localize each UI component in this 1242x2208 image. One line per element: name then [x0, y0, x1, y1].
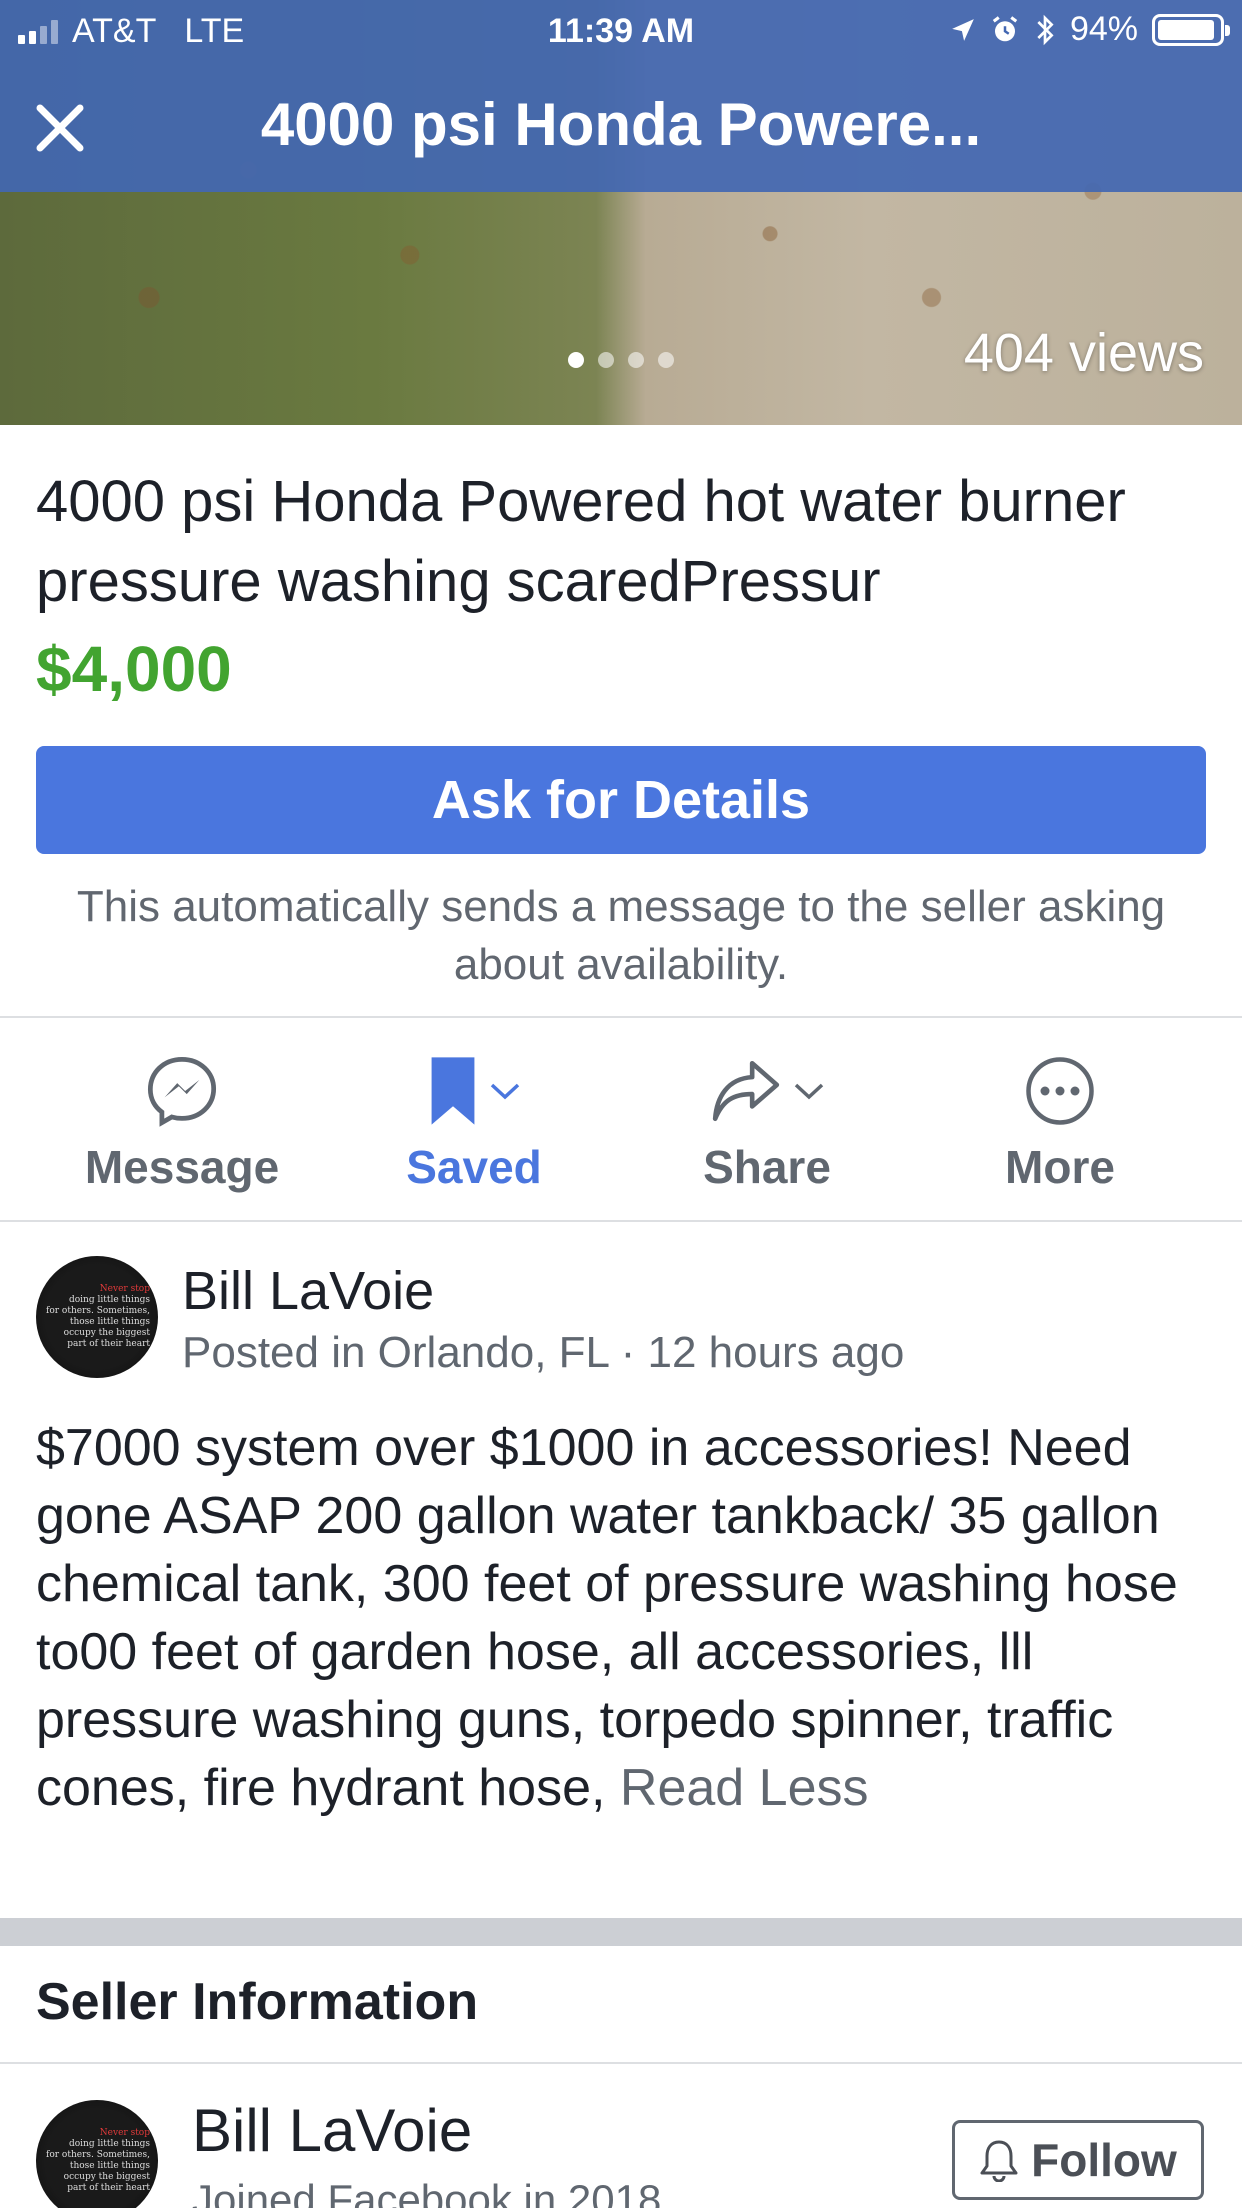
- share-label: Share: [703, 1141, 831, 1193]
- share-button[interactable]: Share: [617, 1048, 917, 1208]
- post-description: $7000 system over $1000 in accessories! …: [36, 1414, 1216, 1822]
- listing-title: 4000 psi Honda Powered hot water burner …: [36, 469, 1126, 614]
- chevron-down-icon: [490, 1083, 520, 1100]
- battery-percent: 94%: [1069, 10, 1138, 48]
- seller-avatar[interactable]: Never stop doing little things for other…: [36, 2100, 158, 2208]
- status-bar: AT&T LTE 11:39 AM 94%: [0, 0, 1242, 62]
- avatar-text: Never stop doing little things for other…: [46, 2128, 150, 2193]
- seller-name[interactable]: Bill LaVoie: [192, 2096, 472, 2165]
- share-icon: [712, 1060, 780, 1122]
- bluetooth-icon: [1037, 14, 1054, 45]
- page-dot: [598, 352, 614, 368]
- follow-button[interactable]: Follow: [952, 2120, 1204, 2200]
- saved-label: Saved: [406, 1141, 542, 1193]
- saved-button[interactable]: Saved: [324, 1048, 624, 1208]
- post-body-text: $7000 system over $1000 in accessories! …: [36, 1419, 1178, 1817]
- ask-for-details-button[interactable]: Ask for Details: [36, 746, 1206, 854]
- more-button[interactable]: More: [910, 1048, 1210, 1208]
- more-label: More: [1005, 1141, 1115, 1193]
- bookmark-icon: [431, 1057, 475, 1125]
- location-icon: [952, 18, 974, 41]
- action-row: Message Saved Share More: [0, 1018, 1242, 1220]
- photo-page-indicator: [568, 352, 674, 368]
- page-dot: [658, 352, 674, 368]
- seller-info-title: Seller Information: [36, 1973, 479, 2031]
- battery-icon: [1152, 13, 1230, 46]
- seller-joined: Joined Facebook in 2018: [192, 2176, 662, 2208]
- page-dot: [628, 352, 644, 368]
- divider: [0, 2062, 1242, 2064]
- messenger-icon: [147, 1056, 217, 1127]
- bell-icon: [980, 2140, 1018, 2182]
- read-less-link[interactable]: Read Less: [620, 1759, 869, 1817]
- ask-note: This automatically sends a message to th…: [76, 882, 1166, 989]
- avatar[interactable]: Never stop doing little things for other…: [36, 1256, 158, 1378]
- alarm-icon: [992, 15, 1018, 41]
- page-title: 4000 psi Honda Powere...: [260, 91, 982, 158]
- message-button[interactable]: Message: [32, 1048, 332, 1208]
- section-separator: [0, 1918, 1242, 1946]
- message-label: Message: [84, 1141, 280, 1193]
- chevron-down-icon: [794, 1083, 824, 1100]
- post-author-name[interactable]: Bill LaVoie: [182, 1260, 434, 1322]
- more-icon: [1026, 1057, 1094, 1125]
- avatar-text: Never stop doing little things for other…: [46, 1284, 150, 1349]
- listing-price: $4,000: [36, 633, 232, 705]
- follow-label: Follow: [1031, 2134, 1177, 2186]
- page-dot: [568, 352, 584, 368]
- views-count: 404 views: [963, 323, 1204, 383]
- divider: [0, 1220, 1242, 1222]
- post-meta: Posted in Orlando, FL · 12 hours ago: [182, 1328, 905, 1377]
